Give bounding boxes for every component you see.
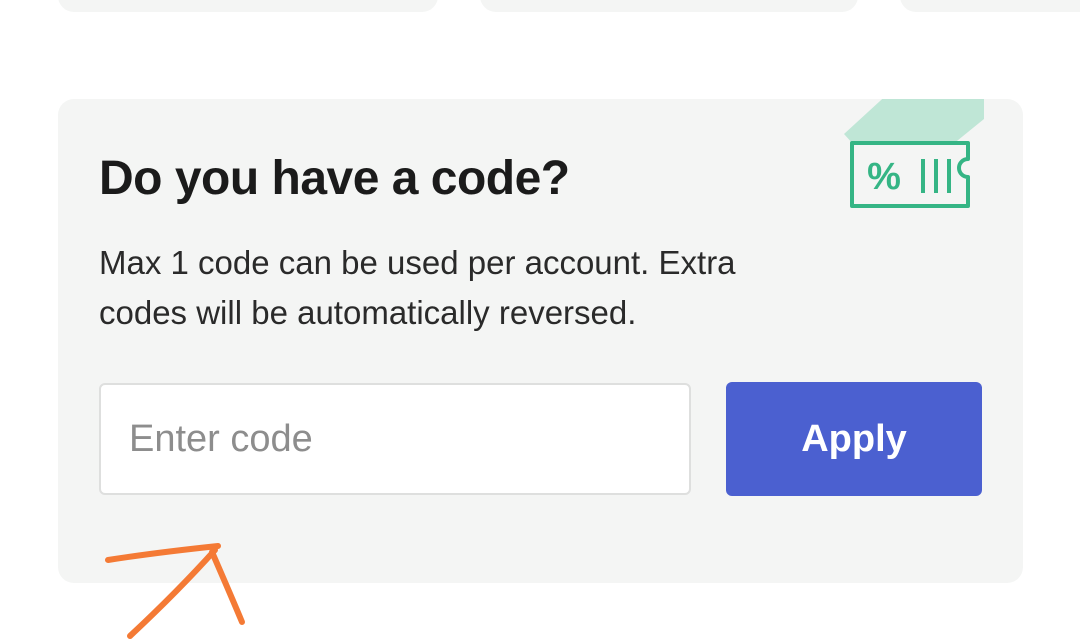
- promo-code-card: % Do you have a code? Max 1 code can be …: [58, 99, 1023, 583]
- ticket-percent-symbol: %: [867, 156, 901, 198]
- code-input[interactable]: [99, 383, 691, 495]
- promo-title: Do you have a code?: [99, 152, 570, 205]
- promo-description: Max 1 code can be used per account. Extr…: [99, 244, 736, 331]
- top-card-1: [58, 0, 438, 12]
- ticket-percent-icon: %: [844, 99, 984, 208]
- apply-button[interactable]: Apply: [726, 382, 982, 496]
- top-card-2: [480, 0, 858, 12]
- top-card-3: [900, 0, 1080, 12]
